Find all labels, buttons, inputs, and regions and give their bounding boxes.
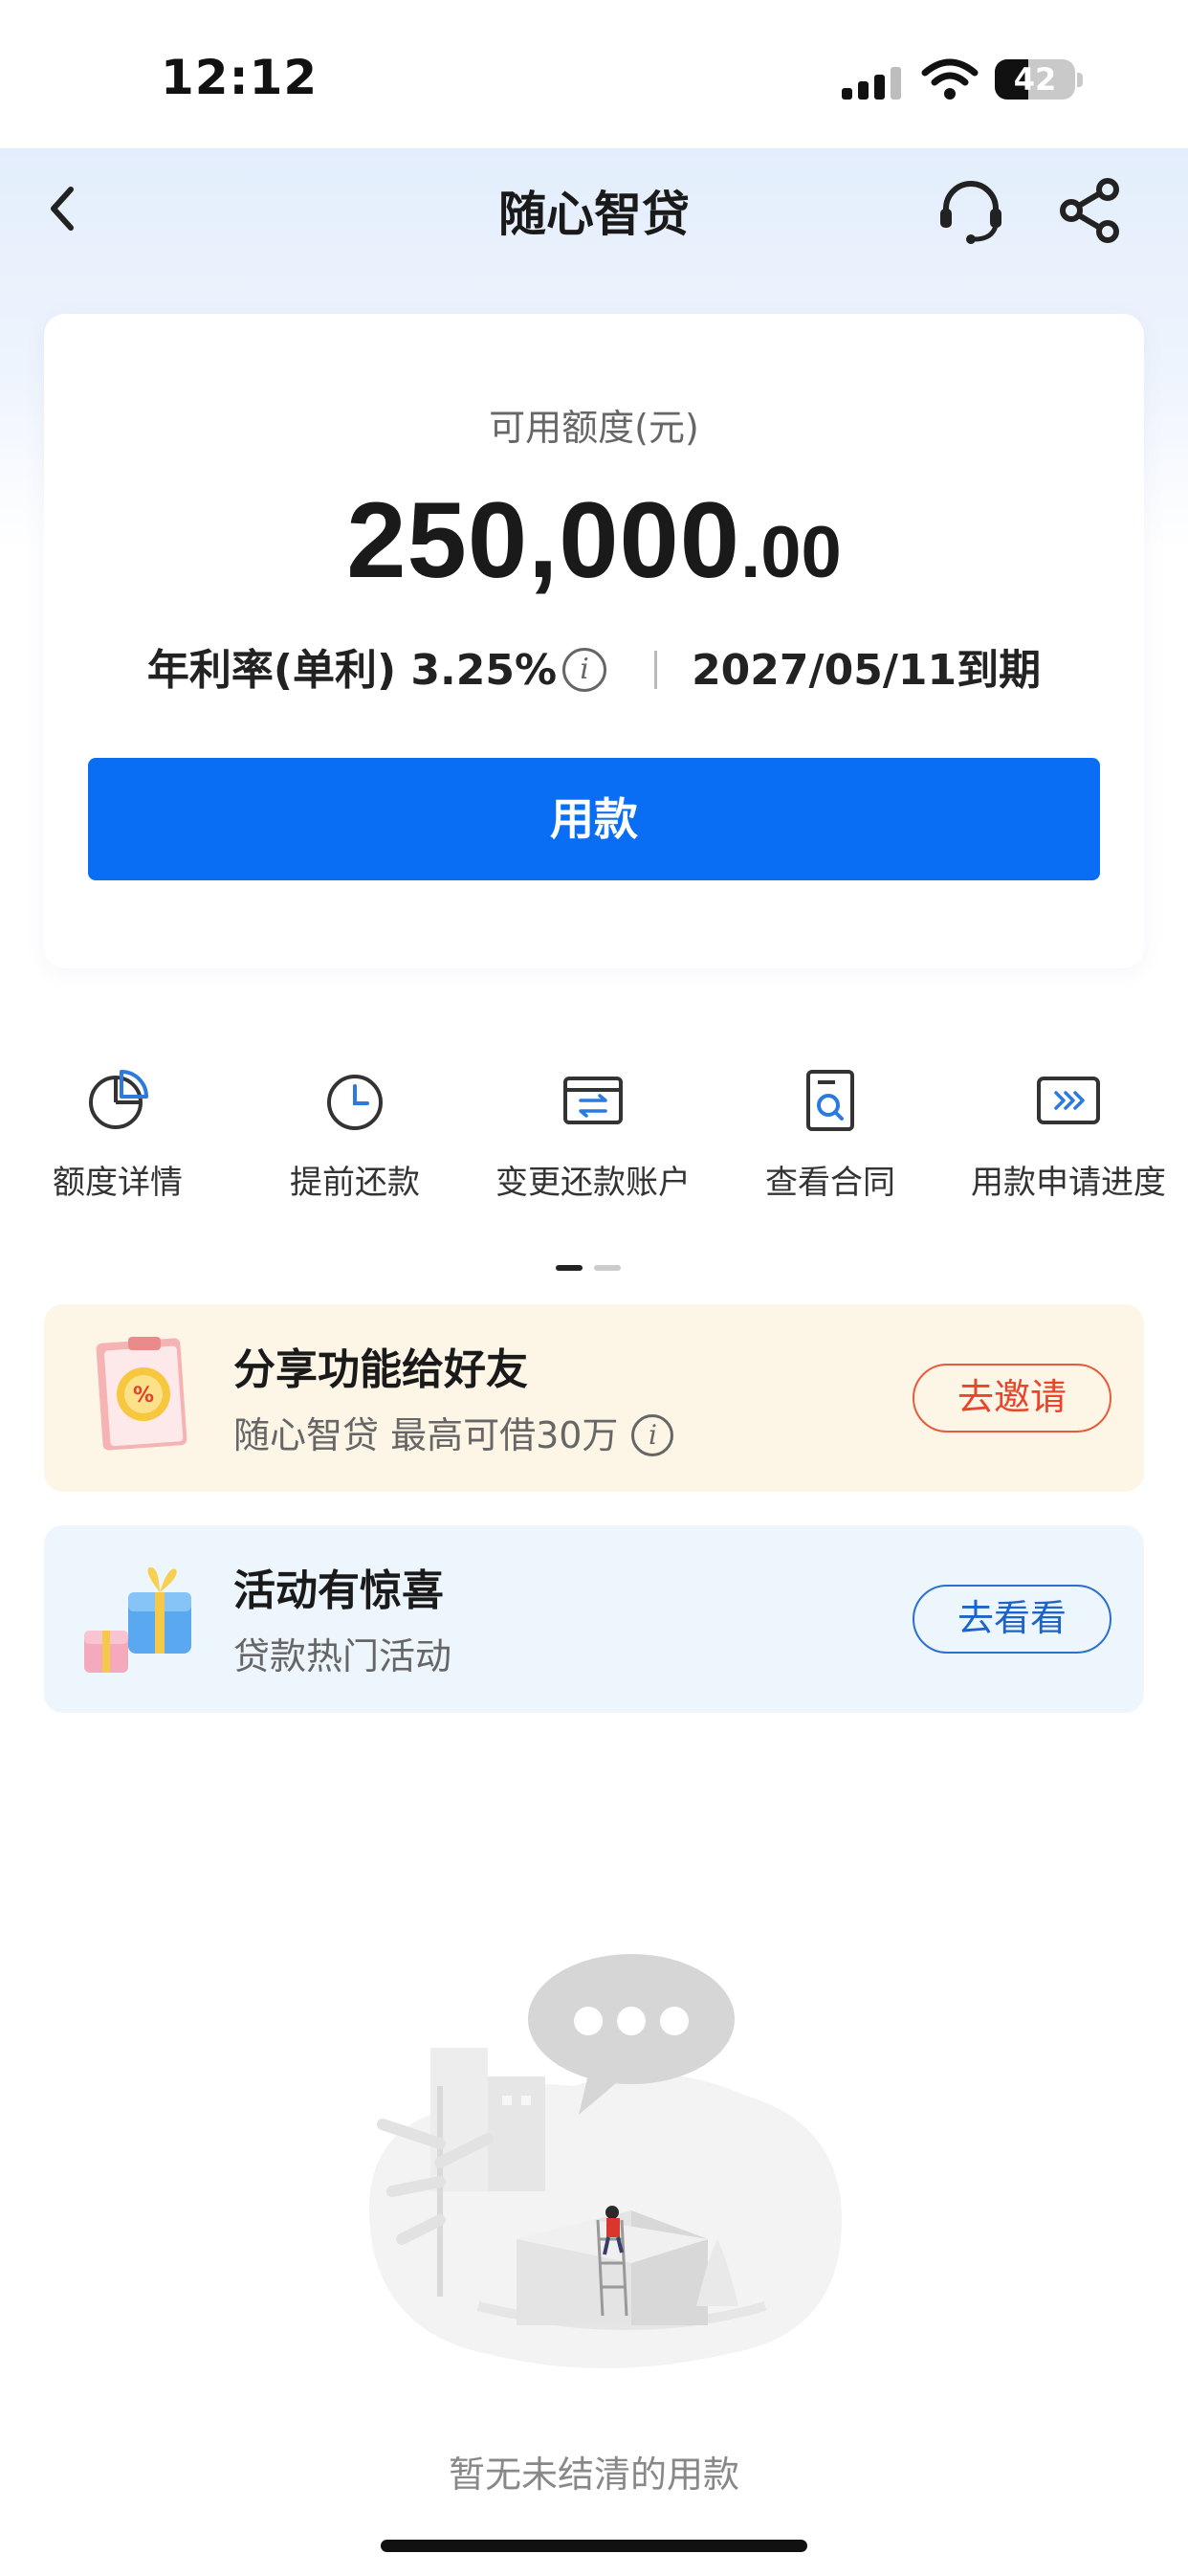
banner-title: 活动有惊喜 <box>233 1566 444 1615</box>
action-change-account[interactable]: 变更还款账户 <box>488 1067 698 1205</box>
cellular-signal-icon <box>842 65 905 100</box>
pie-chart-icon <box>89 1070 148 1129</box>
info-icon[interactable]: i <box>631 1413 674 1456</box>
document-search-icon <box>806 1070 854 1131</box>
banner-subtitle: 贷款热门活动 <box>233 1635 452 1677</box>
activity-banner[interactable]: 活动有惊喜 贷款热门活动 去看看 <box>44 1525 1144 1713</box>
card-swap-icon <box>563 1077 623 1124</box>
interest-rate: 年利率(单利) 3.25% <box>146 646 558 695</box>
use-funds-button[interactable]: 用款 <box>88 758 1100 880</box>
svg-text:%: % <box>133 1384 154 1408</box>
action-quota-details[interactable]: 额度详情 <box>12 1067 223 1205</box>
amount-decimal: .00 <box>740 512 842 593</box>
info-icon[interactable]: i <box>562 648 607 692</box>
wifi-icon <box>921 58 979 100</box>
status-time: 12:12 <box>161 50 319 105</box>
available-quota-label: 可用额度(元) <box>489 407 699 449</box>
discount-clipboard-icon: % <box>96 1337 187 1451</box>
invite-banner[interactable]: % 分享功能给好友 随心智贷 最高可借30万 i 去邀请 <box>44 1304 1144 1492</box>
headset-icon[interactable] <box>933 172 1009 249</box>
page-indicator <box>556 1265 623 1271</box>
quota-card: 可用额度(元) 250,000.00 年利率(单利) 3.25% i 2027/05… <box>44 314 1144 968</box>
action-view-contract[interactable]: 查看合同 <box>725 1067 935 1205</box>
empty-state-illustration <box>369 1954 842 2368</box>
view-activity-button[interactable]: 去看看 <box>913 1585 1111 1654</box>
divider <box>654 651 658 689</box>
rate-row: 年利率(单利) 3.25% i 2027/05/11到期 <box>44 635 1144 698</box>
battery-level: 42 <box>1013 61 1057 98</box>
battery-tip <box>1077 73 1083 87</box>
progress-arrows-icon <box>1037 1077 1100 1124</box>
quick-actions: 额度详情 提前还款 变更还款账户 查看合同 用款申请进度 <box>0 1067 1188 1268</box>
page-title: 随心智贷 <box>498 187 690 242</box>
battery-icon: 42 <box>995 59 1075 100</box>
action-early-repayment[interactable]: 提前还款 <box>250 1067 460 1205</box>
clock-icon <box>327 1075 383 1130</box>
gift-box-icon <box>84 1566 191 1673</box>
available-quota-amount: 250,000.00 <box>44 478 1144 602</box>
empty-state-text: 暂无未结清的用款 <box>448 2454 739 2496</box>
banner-subtitle: 随心智贷 最高可借30万 i <box>233 1406 674 1462</box>
share-icon[interactable] <box>1052 172 1129 249</box>
banner-title: 分享功能给好友 <box>233 1345 528 1394</box>
amount-integer: 250,000 <box>346 480 741 600</box>
due-date: 2027/05/11到期 <box>692 646 1042 695</box>
home-indicator[interactable] <box>381 2540 807 2552</box>
status-bar: 12:12 42 <box>0 0 1188 148</box>
invite-button[interactable]: 去邀请 <box>913 1364 1111 1432</box>
action-application-progress[interactable]: 用款申请进度 <box>963 1067 1174 1205</box>
